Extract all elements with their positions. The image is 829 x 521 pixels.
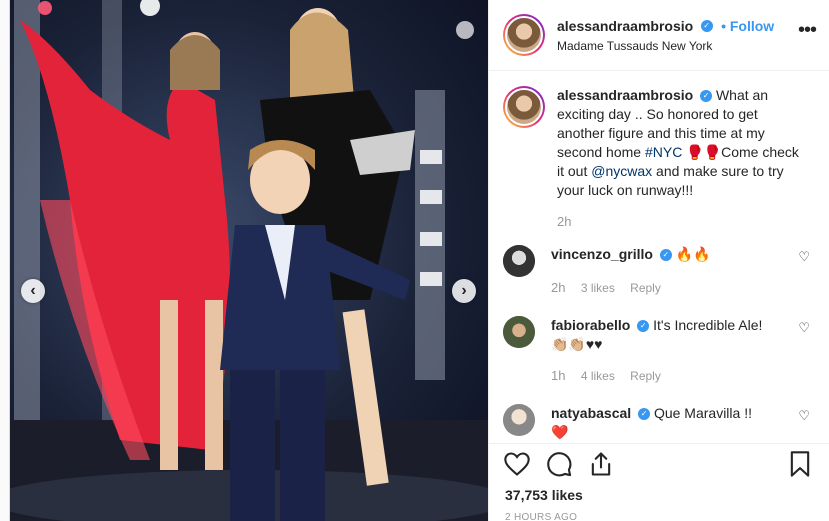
caption-emoji: 🥊🥊 [686, 144, 722, 160]
comment-text-line2: ❤️ [551, 424, 569, 440]
more-options-icon[interactable]: ••• [798, 19, 817, 42]
action-bar: 37,753 likes 2 HOURS AGO [489, 443, 829, 521]
comment-item: fabiorabello ✓ It's Incredible Ale! 👏🏼👏🏼… [489, 316, 829, 386]
bookmark-icon[interactable] [786, 450, 814, 478]
verified-badge-icon: ✓ [700, 90, 713, 103]
post-header: alessandraambrosio ✓ • Follow Madame Tus… [489, 0, 829, 71]
follow-label: Follow [729, 17, 775, 34]
author-username[interactable]: alessandraambrosio [557, 18, 693, 34]
comment-meta: 2h 3 likes Reply [551, 278, 777, 298]
photo-illustration [10, 0, 488, 521]
verified-badge-icon: ✓ [659, 249, 672, 262]
comment-username[interactable]: natyabascal [551, 405, 631, 421]
share-icon[interactable] [587, 450, 615, 478]
post-side-panel: alessandraambrosio ✓ • Follow Madame Tus… [488, 0, 829, 521]
comment-bubble-icon[interactable] [545, 450, 573, 478]
post-modal: ‹ › alessandraambrosio ✓ • Follow Madame… [9, 0, 829, 521]
like-comment-heart-icon[interactable]: ♡ [798, 249, 810, 265]
comment-username[interactable]: vincenzo_grillo [551, 246, 653, 262]
comment-item: vincenzo_grillo ✓ 🔥🔥 2h 3 likes Reply ♡ [489, 245, 829, 298]
comment-avatar[interactable] [503, 245, 535, 277]
post-timestamp: 2 HOURS AGO [505, 512, 578, 521]
comment-text: Que Maravilla !! [653, 405, 752, 421]
comment-avatar[interactable] [503, 316, 535, 348]
comment-likes[interactable]: 4 likes [581, 369, 615, 383]
likes-count[interactable]: 37,753 likes [505, 487, 583, 503]
like-comment-heart-icon[interactable]: ♡ [798, 408, 810, 424]
verified-badge-icon: ✓ [700, 20, 713, 33]
author-avatar[interactable] [503, 14, 545, 56]
caption: alessandraambrosio ✓ What an exciting da… [489, 72, 829, 231]
like-heart-icon[interactable] [503, 450, 531, 478]
post-location[interactable]: Madame Tussauds New York [557, 39, 774, 53]
comment-item: natyabascal ✓ Que Maravilla !! ❤️ ♡ [489, 404, 829, 442]
next-photo-button[interactable]: › [452, 279, 476, 303]
verified-badge-icon: ✓ [637, 320, 650, 333]
like-comment-heart-icon[interactable]: ♡ [798, 320, 810, 336]
comment-text: 🔥🔥 [675, 246, 711, 262]
caption-avatar[interactable] [503, 86, 545, 128]
comment-time[interactable]: 1h [551, 368, 565, 383]
reply-button[interactable]: Reply [630, 281, 661, 295]
caption-time[interactable]: 2h [557, 212, 807, 231]
hashtag-link[interactable]: #NYC [645, 144, 682, 160]
reply-button[interactable]: Reply [630, 369, 661, 383]
mention-link[interactable]: @nycwax [591, 163, 652, 179]
comments-list[interactable]: alessandraambrosio ✓ What an exciting da… [489, 72, 829, 443]
comment-meta: 1h 4 likes Reply [551, 366, 777, 386]
comment-text: It's Incredible Ale! [653, 317, 763, 333]
comment-time[interactable]: 2h [551, 280, 565, 295]
previous-photo-button[interactable]: ‹ [21, 279, 45, 303]
comment-text-line2: 👏🏼👏🏼♥♥ [551, 336, 603, 352]
comment-likes[interactable]: 3 likes [581, 281, 615, 295]
comment-username[interactable]: fabiorabello [551, 317, 630, 333]
post-photo[interactable]: ‹ › [10, 0, 488, 521]
comment-avatar[interactable] [503, 404, 535, 436]
caption-username[interactable]: alessandraambrosio [557, 87, 693, 103]
verified-badge-icon: ✓ [638, 408, 651, 421]
follow-button[interactable]: • Follow [721, 18, 774, 34]
